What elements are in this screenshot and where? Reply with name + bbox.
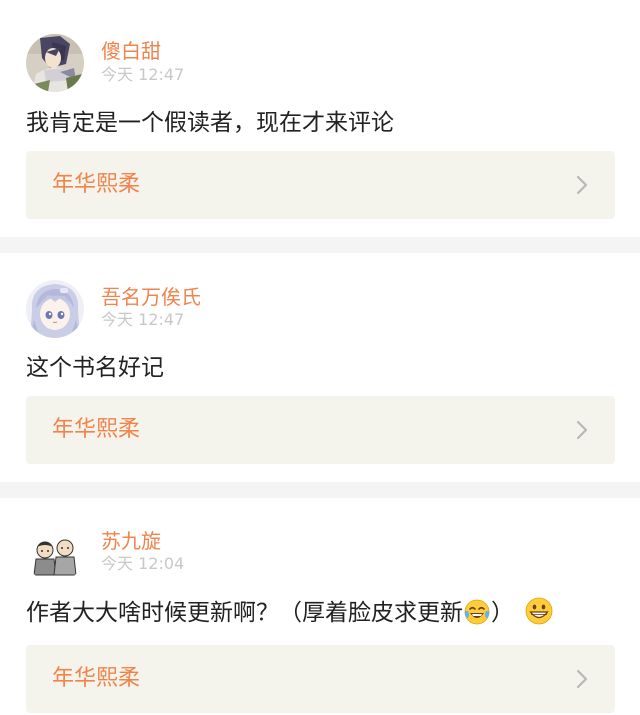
book-link[interactable]: 年华熙柔 [26,151,615,219]
username[interactable]: 吾名万俟氏 [101,285,201,309]
anime-character-avatar-icon [26,34,84,92]
comment-timestamp: 今天 12:47 [101,310,185,329]
chevron-right-icon [576,669,588,689]
user-avatar[interactable] [26,34,84,92]
grinning-emoji-icon [525,597,553,625]
username[interactable]: 傻白甜 [101,39,161,63]
anime-girl-avatar-icon [26,280,84,338]
comment-feed: 傻白甜 今天 12:47 我肯定是一个假读者，现在才来评论 年华熙柔 吾名万俟氏… [0,0,640,715]
cartoon-people-avatar-icon [26,525,84,583]
comment-text-after-emoji: ） [491,600,514,626]
comment-card: 苏九旋 今天 12:04 作者大大啥时候更新啊？（厚着脸皮求更新 ） 年华熙柔 [0,498,640,715]
chevron-right-icon [576,175,588,195]
username[interactable]: 苏九旋 [101,529,161,553]
comment-text: 作者大大啥时候更新啊？（厚着脸皮求更新 ） [26,597,554,628]
tears-of-joy-emoji-icon [464,599,490,625]
chevron-right-icon [576,420,588,440]
book-title: 年华熙柔 [52,417,141,442]
comment-card: 傻白甜 今天 12:47 我肯定是一个假读者，现在才来评论 年华熙柔 [0,0,640,237]
comment-card: 吾名万俟氏 今天 12:47 这个书名好记 年华熙柔 [0,253,640,482]
comment-timestamp: 今天 12:04 [101,554,185,573]
user-avatar[interactable] [26,525,84,583]
comment-text: 我肯定是一个假读者，现在才来评论 [26,110,394,136]
comment-text: 这个书名好记 [26,355,164,381]
book-link[interactable]: 年华熙柔 [26,645,615,713]
book-link[interactable]: 年华熙柔 [26,396,615,464]
comment-text-before-emoji: 作者大大啥时候更新啊？（厚着脸皮求更新 [26,600,463,626]
book-title: 年华熙柔 [52,666,141,691]
comment-timestamp: 今天 12:47 [101,65,185,84]
book-title: 年华熙柔 [52,172,141,197]
user-avatar[interactable] [26,280,84,338]
